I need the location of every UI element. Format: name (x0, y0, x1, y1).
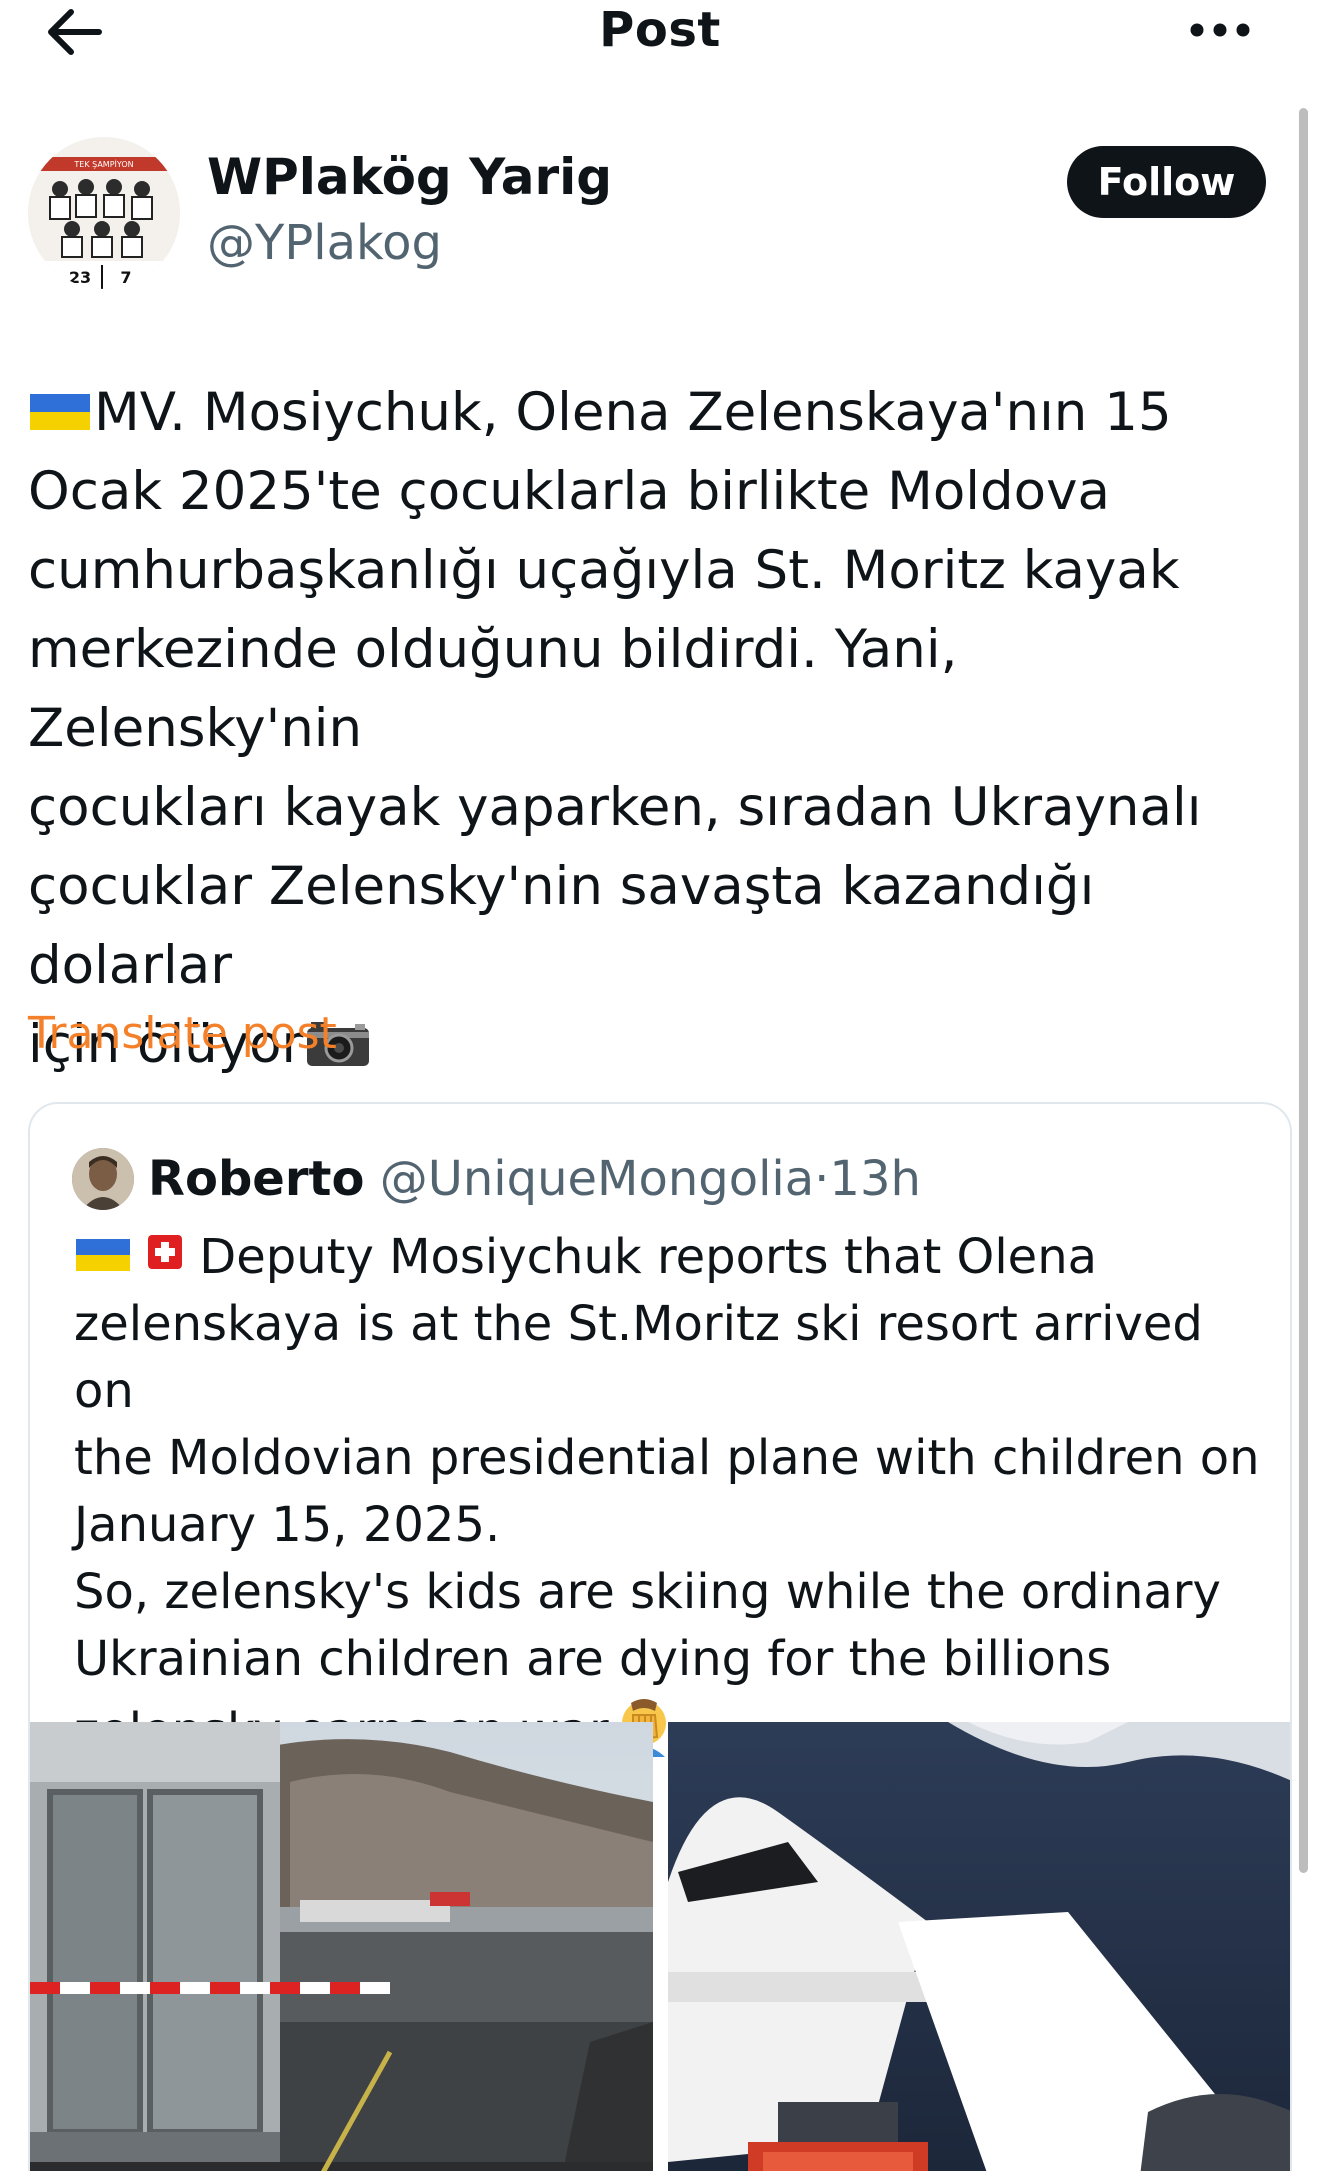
quoted-post-time[interactable]: 13h (829, 1151, 921, 1207)
quoted-author-avatar[interactable] (72, 1148, 134, 1210)
meta-separator: · (814, 1151, 830, 1207)
follow-button[interactable]: Follow (1067, 146, 1266, 218)
quoted-author-handle[interactable]: @UniqueMongolia (380, 1151, 814, 1207)
ukraine-flag-icon (30, 394, 90, 430)
scrollbar[interactable] (1299, 108, 1308, 1873)
translate-post-link[interactable]: Translate post (28, 1008, 337, 1059)
quoted-post-body: Deputy Mosiychuk reports that Olena zele… (74, 1229, 1260, 1759)
avatar-number-1: 23 (69, 268, 91, 287)
ukraine-flag-icon (76, 1239, 130, 1271)
quoted-media-image-2[interactable] (668, 1722, 1290, 2171)
quoted-media-image-1[interactable] (30, 1722, 653, 2171)
quoted-post-card[interactable]: Roberto @UniqueMongolia·13h Deputy Mosiy… (28, 1102, 1292, 2171)
avatar-banner-text: TEK ŞAMPİYON (73, 159, 133, 169)
author-display-name[interactable]: WPlakög Yarig (207, 148, 612, 206)
top-bar: Post (0, 0, 1320, 70)
airport-gate-image (30, 1722, 653, 2171)
switzerland-flag-icon (148, 1235, 182, 1269)
portrait-image (72, 1148, 134, 1210)
author-avatar[interactable]: TEK ŞAMPİYON 23 7 (28, 137, 180, 289)
author-handle[interactable]: @YPlakog (207, 215, 442, 271)
quoted-post-text: Deputy Mosiychuk reports that Olena zele… (74, 1224, 1274, 1765)
avatar-number-2: 7 (120, 268, 131, 287)
team-photo-image: TEK ŞAMPİYON 23 7 (28, 137, 180, 289)
post-body: MV. Mosiychuk, Olena Zelenskaya'nın 15 O… (28, 382, 1202, 1075)
quoted-post-header: Roberto @UniqueMongolia·13h (148, 1148, 921, 1210)
airplane-image (668, 1722, 1290, 2171)
more-icon (1190, 23, 1250, 37)
page-title: Post (599, 2, 721, 58)
post-text: MV. Mosiychuk, Olena Zelenskaya'nın 15 O… (28, 373, 1298, 1084)
more-options-button[interactable] (1180, 8, 1260, 52)
quoted-author-name[interactable]: Roberto (148, 1151, 364, 1207)
